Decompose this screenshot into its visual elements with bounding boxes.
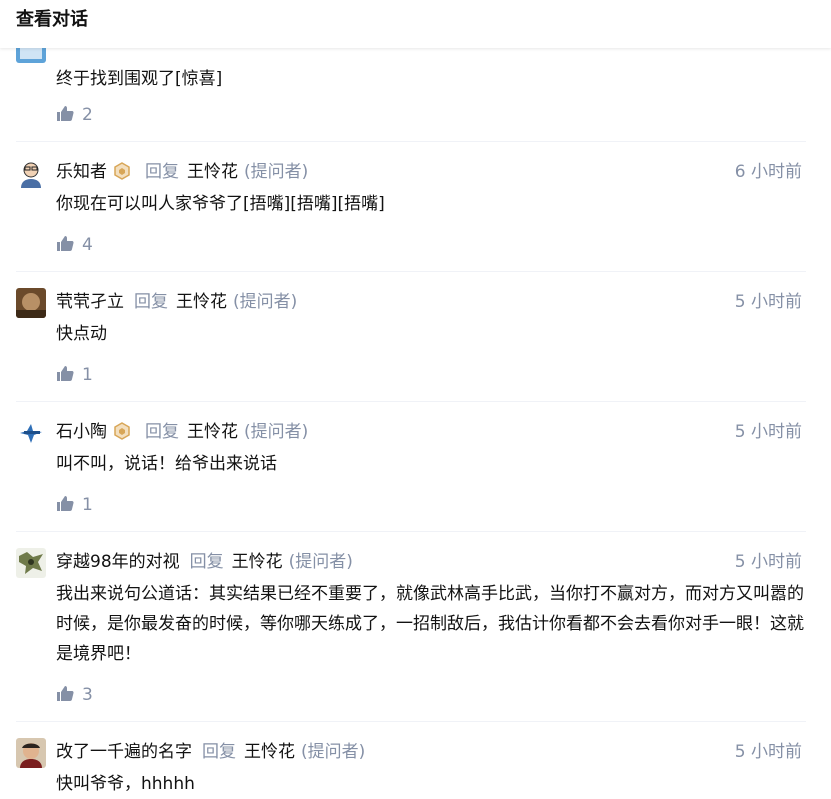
comment-content: 快叫爷爷，hhhhh bbox=[56, 774, 195, 794]
like-button[interactable]: 2 bbox=[56, 103, 93, 127]
like-count: 2 bbox=[82, 105, 93, 125]
like-button[interactable]: 1 bbox=[56, 363, 93, 387]
avatar[interactable] bbox=[16, 418, 46, 448]
comment-item: 乐知者 回复 王怜花 (提问者) 6 小时前 你现在可以叫人家爷爷了[捂嘴][捂嘴][… bbox=[16, 158, 806, 258]
comment-content: 叫不叫，说话！给爷出来说话 bbox=[56, 454, 277, 474]
thumbs-up-icon bbox=[57, 366, 74, 381]
author-name[interactable]: 穿越98年的对视 bbox=[56, 552, 180, 572]
avatar[interactable] bbox=[16, 738, 46, 768]
comment-item: 茕茕孑立 回复 王怜花 (提问者) 5 小时前 快点动 1 bbox=[16, 288, 806, 388]
reply-target-name[interactable]: 王怜花 bbox=[244, 742, 295, 762]
comment-meta: 茕茕孑立 回复 王怜花 (提问者) bbox=[56, 289, 297, 315]
like-count: 1 bbox=[82, 365, 93, 385]
thumbs-up-icon bbox=[57, 496, 74, 511]
author-name[interactable]: 乐知者 bbox=[56, 162, 107, 182]
comment-item: 穿越98年的对视 回复 王怜花 (提问者) 5 小时前 我出来说句公道话：其实结果已经… bbox=[16, 548, 806, 708]
thumbs-up-icon bbox=[57, 686, 74, 701]
comment-content: 我出来说句公道话：其实结果已经不重要了，就像武林高手比武，当你打不赢对方，而对方… bbox=[56, 584, 804, 664]
comment-time: 5 小时前 bbox=[734, 552, 802, 572]
like-count: 1 bbox=[82, 495, 93, 515]
comment-content: 你现在可以叫人家爷爷了[捂嘴][捂嘴][捂嘴] bbox=[56, 194, 385, 214]
dialog-header: 查看对话 bbox=[0, 0, 831, 48]
comment-time: 6 小时前 bbox=[734, 162, 802, 182]
reply-label: 回复 bbox=[145, 422, 179, 442]
asker-role-tag: (提问者) bbox=[233, 292, 298, 312]
author-name[interactable]: 改了一千遍的名字 bbox=[56, 742, 192, 762]
scrollbar[interactable] bbox=[825, 48, 831, 799]
divider bbox=[16, 271, 806, 272]
avatar[interactable] bbox=[16, 158, 46, 188]
divider bbox=[16, 141, 806, 142]
asker-role-tag: (提问者) bbox=[244, 162, 309, 182]
comment-content: 终于找到围观了[惊喜] bbox=[56, 69, 223, 89]
divider bbox=[16, 721, 806, 722]
reply-label: 回复 bbox=[202, 742, 236, 762]
thumbs-up-icon bbox=[57, 236, 74, 251]
reply-target-name[interactable]: 王怜花 bbox=[232, 552, 283, 572]
comment-content: 快点动 bbox=[56, 324, 107, 344]
comment-meta: 穿越98年的对视 回复 王怜花 (提问者) bbox=[56, 549, 353, 575]
comment-time: 5 小时前 bbox=[734, 742, 802, 762]
reply-target-name[interactable]: 王怜花 bbox=[187, 422, 238, 442]
dialog-title: 查看对话 bbox=[16, 9, 88, 30]
reply-target-name[interactable]: 王怜花 bbox=[187, 162, 238, 182]
hexagon-badge-icon bbox=[114, 162, 130, 180]
comment-time: 5 小时前 bbox=[734, 422, 802, 442]
conversation-list[interactable]: 终于找到围观了[惊喜] 2 乐知者 回复 王怜花 (提问者) 6 小时前 你现在可以叫… bbox=[0, 0, 831, 799]
avatar[interactable] bbox=[16, 288, 46, 318]
like-count: 3 bbox=[82, 685, 93, 705]
avatar[interactable] bbox=[16, 548, 46, 578]
reply-target-name[interactable]: 王怜花 bbox=[176, 292, 227, 312]
comment-item: 改了一千遍的名字 回复 王怜花 (提问者) 5 小时前 快叫爷爷，hhhhh bbox=[16, 738, 806, 799]
comment-item: 石小陶 回复 王怜花 (提问者) 5 小时前 叫不叫，说话！给爷出来说话 1 bbox=[16, 418, 806, 518]
comment-item: 终于找到围观了[惊喜] 2 bbox=[16, 33, 806, 133]
comment-meta: 乐知者 回复 王怜花 (提问者) bbox=[56, 159, 308, 185]
comment-time: 5 小时前 bbox=[734, 292, 802, 312]
comment-meta: 石小陶 回复 王怜花 (提问者) bbox=[56, 419, 308, 445]
like-count: 4 bbox=[82, 235, 93, 255]
divider bbox=[16, 531, 806, 532]
asker-role-tag: (提问者) bbox=[301, 742, 366, 762]
comment-meta: 改了一千遍的名字 回复 王怜花 (提问者) bbox=[56, 739, 365, 765]
thumbs-up-icon bbox=[57, 106, 74, 121]
author-name[interactable]: 石小陶 bbox=[56, 422, 107, 442]
like-button[interactable]: 4 bbox=[56, 233, 93, 257]
asker-role-tag: (提问者) bbox=[244, 422, 309, 442]
divider bbox=[16, 401, 806, 402]
like-button[interactable]: 1 bbox=[56, 493, 93, 517]
reply-label: 回复 bbox=[134, 292, 168, 312]
like-button[interactable]: 3 bbox=[56, 683, 93, 707]
reply-label: 回复 bbox=[145, 162, 179, 182]
author-name[interactable]: 茕茕孑立 bbox=[56, 292, 124, 312]
asker-role-tag: (提问者) bbox=[288, 552, 353, 572]
hexagon-badge-icon bbox=[114, 422, 130, 440]
reply-label: 回复 bbox=[189, 552, 224, 572]
